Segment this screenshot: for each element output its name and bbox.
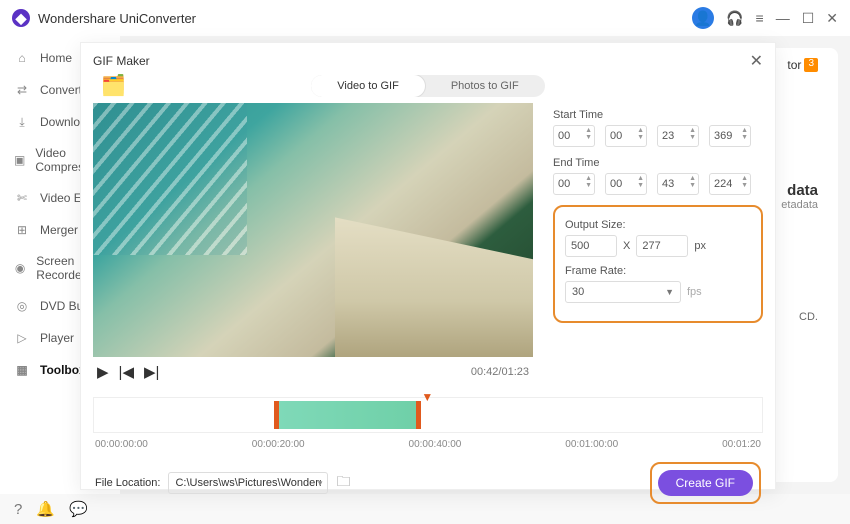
play-button[interactable]: ▶	[97, 363, 109, 381]
chevron-down-icon: ▾	[318, 478, 323, 489]
stepper-arrows-icon[interactable]: ▲▼	[637, 127, 644, 141]
stepper-arrows-icon[interactable]: ▲▼	[689, 175, 696, 189]
val: 277	[642, 240, 660, 252]
selection-range[interactable]	[274, 401, 421, 429]
maximize-button[interactable]: ☐	[802, 10, 815, 27]
val: 43	[662, 178, 674, 190]
headset-icon[interactable]: 🎧	[726, 10, 743, 27]
app-logo-icon: ◆	[12, 9, 30, 27]
timeline-track[interactable]: ▼	[93, 397, 763, 433]
val: C:\Users\ws\Pictures\Wonders	[175, 477, 321, 489]
play-icon: ▷	[14, 330, 30, 346]
tick: 00:00:00:00	[95, 439, 148, 450]
frame-rate-select[interactable]: 30 ▼	[565, 281, 681, 303]
playhead-icon[interactable]: ▼	[421, 390, 433, 404]
output-size-label: Output Size:	[565, 219, 751, 231]
minimize-button[interactable]: —	[776, 10, 790, 26]
tab-video-to-gif[interactable]: Video to GIF	[311, 75, 425, 97]
bell-icon[interactable]: 🔔	[36, 500, 55, 518]
disc-icon: ◎	[14, 298, 30, 314]
val: 224	[714, 178, 732, 190]
val: 00	[610, 178, 622, 190]
toolbox-icon: ▦	[14, 362, 30, 378]
start-ms-input[interactable]: 369 ▲▼	[709, 125, 751, 147]
sidebar-item-label: Home	[40, 51, 72, 65]
create-gif-highlight: Create GIF	[650, 462, 761, 504]
fps-label: fps	[687, 286, 702, 298]
val: 23	[662, 130, 674, 142]
end-minutes-input[interactable]: 00 ▲▼	[605, 173, 647, 195]
x-label: X	[623, 240, 630, 252]
start-hours-input[interactable]: 00 ▲▼	[553, 125, 595, 147]
frame-rate-label: Frame Rate:	[565, 265, 751, 277]
val: 369	[714, 130, 732, 142]
sidebar-item-label: Player	[40, 331, 74, 345]
open-folder-button[interactable]: 🗀	[336, 471, 350, 495]
stepper-arrows-icon[interactable]: ▲▼	[585, 127, 592, 141]
tick: 00:01:00:00	[565, 439, 618, 450]
start-minutes-input[interactable]: 00 ▲▼	[605, 125, 647, 147]
modal-title: GIF Maker	[93, 54, 750, 68]
output-width-input[interactable]: 500	[565, 235, 617, 257]
file-location-select[interactable]: C:\Users\ws\Pictures\Wonders▾	[168, 472, 328, 494]
tick: 00:01:20	[722, 439, 761, 450]
mode-tabs: Video to GIF Photos to GIF	[311, 75, 544, 97]
output-settings-box: Output Size: 500 X 277 px Frame Rate: 30…	[553, 205, 763, 323]
home-icon: ⌂	[14, 50, 30, 66]
player-controls: ▶ |◀ ▶| 00:42/01:23	[93, 357, 533, 387]
end-hours-input[interactable]: 00 ▲▼	[553, 173, 595, 195]
time-display: 00:42/01:23	[471, 366, 529, 378]
val: 500	[571, 240, 589, 252]
converter-icon: ⇄	[14, 82, 30, 98]
val: 30	[572, 286, 584, 298]
end-seconds-input[interactable]: 43 ▲▼	[657, 173, 699, 195]
video-preview[interactable]	[93, 103, 533, 357]
add-file-icon[interactable]: 🗂️₊	[101, 73, 123, 95]
stepper-arrows-icon[interactable]: ▲▼	[741, 127, 748, 141]
start-seconds-input[interactable]: 23 ▲▼	[657, 125, 699, 147]
download-icon: ⤓	[14, 114, 30, 130]
stepper-arrows-icon[interactable]: ▲▼	[585, 175, 592, 189]
bg-text: tor	[787, 58, 801, 72]
timeline: ▼ 00:00:00:00 00:00:20:00 00:00:40:00 00…	[81, 387, 775, 450]
next-frame-button[interactable]: ▶|	[144, 363, 159, 381]
titlebar: ◆ Wondershare UniConverter 👤 🎧 ≡ — ☐ ✕	[0, 0, 850, 36]
help-icon[interactable]: ?	[14, 501, 22, 518]
sidebar-item-label: Toolbox	[40, 363, 86, 377]
scissors-icon: ✄	[14, 190, 30, 206]
stepper-arrows-icon[interactable]: ▲▼	[689, 127, 696, 141]
menu-icon[interactable]: ≡	[756, 10, 764, 26]
output-height-input[interactable]: 277	[636, 235, 688, 257]
val: 00	[558, 130, 570, 142]
create-gif-button[interactable]: Create GIF	[658, 470, 753, 496]
close-modal-button[interactable]: ✕	[750, 51, 763, 71]
end-ms-input[interactable]: 224 ▲▼	[709, 173, 751, 195]
tick: 00:00:20:00	[252, 439, 305, 450]
px-label: px	[694, 240, 706, 252]
record-icon: ◉	[14, 260, 26, 276]
stepper-arrows-icon[interactable]: ▲▼	[741, 175, 748, 189]
sidebar-item-label: Merger	[40, 223, 78, 237]
badge: 3	[804, 58, 818, 72]
val: 00	[558, 178, 570, 190]
tick: 00:00:40:00	[409, 439, 462, 450]
close-window-button[interactable]: ✕	[826, 10, 838, 27]
end-time-label: End Time	[553, 157, 763, 169]
avatar[interactable]: 👤	[692, 7, 714, 29]
gif-maker-modal: GIF Maker ✕ 🗂️₊ Video to GIF Photos to G…	[80, 42, 776, 490]
file-location-label: File Location:	[95, 477, 160, 489]
stepper-arrows-icon[interactable]: ▲▼	[637, 175, 644, 189]
chevron-down-icon: ▼	[665, 287, 674, 297]
merge-icon: ⊞	[14, 222, 30, 238]
app-title: Wondershare UniConverter	[38, 11, 692, 26]
prev-frame-button[interactable]: |◀	[119, 363, 134, 381]
start-time-label: Start Time	[553, 109, 763, 121]
tab-photos-to-gif[interactable]: Photos to GIF	[425, 75, 545, 97]
compress-icon: ▣	[14, 152, 25, 168]
val: 00	[610, 130, 622, 142]
